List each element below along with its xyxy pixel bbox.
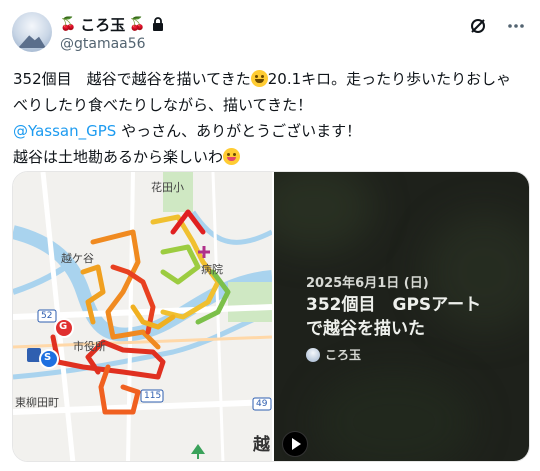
route-52-label: 52 <box>41 311 53 321</box>
tweet-line-1: 352個目 越谷で越谷を描いてきた 20.1キロ。走ったり歩いたりおしゃ <box>13 66 528 92</box>
grinning-face-icon <box>250 70 268 87</box>
avatar[interactable] <box>12 12 52 52</box>
goal-marker: G <box>59 321 68 332</box>
photo-glow-1 <box>274 172 374 252</box>
map-label-city-hall: 市役所 <box>73 340 106 353</box>
start-marker: S <box>44 352 52 363</box>
video-author-avatar <box>306 347 320 362</box>
route-49-label: 49 <box>256 399 268 409</box>
more-options-icon[interactable] <box>506 16 526 36</box>
tweet-line-4: 越谷は土地勘あるから楽しいわ <box>13 144 528 170</box>
tweet-header: 🍒 ころ玉 🍒 @gtamaa56 <box>60 14 165 52</box>
tweet-line-3: @Yassan_GPS やっさん、ありがとうございます！ <box>13 118 528 144</box>
tweet-text-1b: 20.1キロ。走ったり歩いたりおしゃ <box>267 70 512 88</box>
video-thumbnail[interactable]: 2025年6月1日 (日) 352個目 GPSアート で越谷を描いた ころ玉 <box>274 172 529 461</box>
user-handle[interactable]: @gtamaa56 <box>60 36 165 52</box>
tweet-line-2: べりしたり食べたりしながら、描いてきた！ <box>13 96 313 114</box>
cherry-icon-right: 🍒 <box>129 16 146 32</box>
photo-glow-3 <box>314 372 474 461</box>
play-button[interactable] <box>282 431 308 457</box>
grok-icon[interactable] <box>468 16 488 36</box>
lock-icon <box>153 17 164 31</box>
avatar-mountain <box>18 35 46 48</box>
tweet-actions-top <box>468 16 526 36</box>
video-author: ころ玉 <box>306 346 361 363</box>
video-author-name: ころ玉 <box>325 348 362 362</box>
tweet-text-1a: 352個目 越谷で越谷を描いてきた <box>13 70 251 88</box>
tweet-body: 352個目 越谷で越谷を描いてきた 20.1キロ。走ったり歩いたりおしゃ べりした… <box>13 66 528 170</box>
route-115-label: 115 <box>144 391 162 401</box>
cherry-icon-left: 🍒 <box>60 16 77 32</box>
route-map-image[interactable]: 花田小 越ケ谷 病院 市役所 東柳田町 52 115 49 越 G S <box>13 172 272 461</box>
mention-link[interactable]: @Yassan_GPS <box>13 122 116 140</box>
map-label-koshigaya-station: 越ケ谷 <box>61 252 94 265</box>
tweet-text-4: 越谷は土地勘あるから楽しいわ <box>13 148 224 166</box>
display-name[interactable]: ころ玉 <box>80 14 125 35</box>
map-label-big-kanji: 越 <box>253 435 270 455</box>
yum-face-icon <box>223 148 241 165</box>
tweet-media[interactable]: 花田小 越ケ谷 病院 市役所 東柳田町 52 115 49 越 G S 2025… <box>12 171 530 462</box>
tweet-text-3: やっさん、ありがとうございます！ <box>116 122 362 140</box>
map-label-higashi-yanagi: 東柳田町 <box>15 396 59 409</box>
display-name-row[interactable]: 🍒 ころ玉 🍒 <box>60 14 165 34</box>
video-title: 352個目 GPSアート で越谷を描いた <box>306 295 482 339</box>
map-label-hospital: 病院 <box>201 263 223 276</box>
video-date: 2025年6月1日 (日) <box>306 276 429 291</box>
map-label-hanada: 花田小 <box>151 181 184 194</box>
